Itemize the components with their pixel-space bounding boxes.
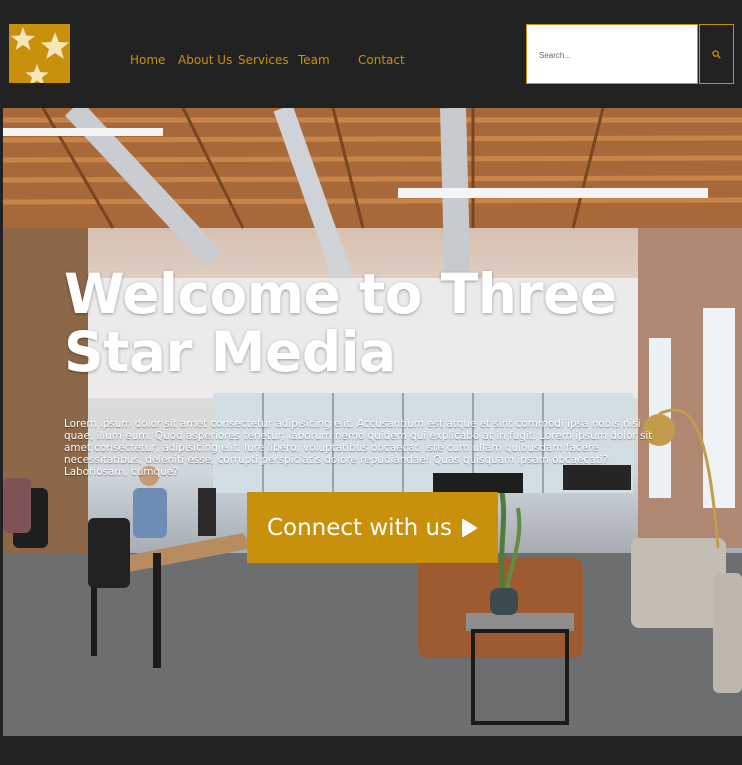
hero-title: Welcome to Three Star Media — [64, 261, 617, 384]
three-stars-logo[interactable] — [9, 24, 70, 83]
site-header: Home About Us Services Team Contact — [0, 0, 742, 108]
search-button[interactable] — [699, 24, 734, 84]
nav-link-about-us[interactable]: About Us — [178, 52, 232, 68]
nav-link-services[interactable]: Services — [238, 52, 289, 68]
bottom-bar — [0, 736, 742, 765]
nav-link-team[interactable]: Team — [298, 52, 330, 68]
nav-link-contact[interactable]: Contact — [358, 52, 405, 68]
search-icon — [712, 49, 721, 59]
hero-description: Lorem ipsum dolor sit amet consectetur a… — [64, 418, 653, 479]
search-input[interactable] — [537, 45, 691, 65]
hero-section: Welcome to Three Star Media Lorem ipsum … — [3, 108, 742, 736]
search-field-container — [526, 24, 698, 84]
play-icon — [462, 518, 478, 537]
connect-button-label: Connect with us — [266, 514, 453, 541]
nav-link-home[interactable]: Home — [130, 52, 165, 68]
connect-button[interactable]: Connect with us — [247, 492, 498, 563]
